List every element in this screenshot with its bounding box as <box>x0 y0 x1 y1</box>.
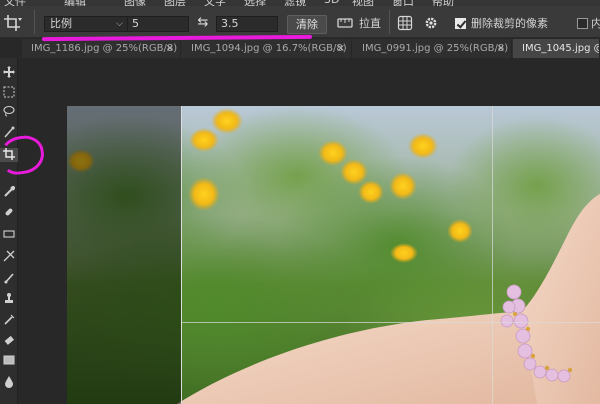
crop-border-left[interactable] <box>181 106 182 404</box>
tab-label: IMG_1186.jpg @ 25%(RGB/8) <box>31 43 178 54</box>
gradient-tool-icon[interactable] <box>0 354 18 368</box>
ratio-select-value: 比例 <box>50 17 72 30</box>
swap-icon[interactable]: ⇆ <box>196 15 210 31</box>
marquee-tool-icon[interactable] <box>0 86 18 100</box>
tab-img-1186[interactable]: IMG_1186.jpg @ 25%(RGB/8) × <box>22 39 181 58</box>
photoshop-window: 文件 编辑 图像 图层 文字 选择 滤镜 3D 视图 窗口 帮助 比例 ⌵ 5 … <box>0 0 600 404</box>
brush-tool-icon[interactable] <box>0 228 18 242</box>
close-icon[interactable]: × <box>337 39 345 58</box>
gear-icon[interactable] <box>422 15 440 31</box>
content-aware-checkbox[interactable] <box>577 18 588 29</box>
crop-icon[interactable] <box>3 14 23 32</box>
tab-img-1045[interactable]: IMG_1045.jpg @ 25%(RGB/8) <box>513 39 600 58</box>
tab-img-1094[interactable]: IMG_1094.jpg @ 16.7%(RGB/8) × <box>182 39 352 58</box>
delete-cropped-label[interactable]: 删除裁剪的像素 <box>471 17 548 31</box>
healing-brush-tool-icon[interactable] <box>0 206 18 220</box>
separator <box>389 10 390 34</box>
crop-grid-line-horizontal <box>182 322 600 323</box>
delete-cropped-checkbox[interactable] <box>455 18 466 29</box>
ratio-select[interactable]: 比例 ⌵ <box>44 16 128 32</box>
tab-label: IMG_0991.jpg @ 25%(RGB/8) <box>362 43 509 54</box>
art-history-tool-icon[interactable] <box>0 314 18 328</box>
stamp-tool-icon[interactable] <box>0 292 18 306</box>
tab-label: IMG_1045.jpg @ 25%(RGB/8) <box>522 43 599 54</box>
move-tool-icon[interactable] <box>0 66 18 80</box>
eraser-tool-icon[interactable] <box>0 334 18 348</box>
lasso-tool-icon[interactable] <box>0 105 18 119</box>
close-icon[interactable]: × <box>497 39 505 58</box>
height-ratio-field[interactable]: 3.5 <box>216 16 278 32</box>
straighten-icon[interactable] <box>336 15 354 31</box>
close-icon[interactable]: × <box>166 39 174 58</box>
grid-overlay-icon[interactable] <box>396 15 414 31</box>
width-ratio-field[interactable]: 5 <box>127 16 189 32</box>
tools-panel <box>0 58 18 404</box>
eyedropper-tool-icon[interactable] <box>0 185 18 200</box>
crop-shield-overlay <box>67 106 182 404</box>
straighten-label[interactable]: 拉直 <box>359 17 381 31</box>
tab-label: IMG_1094.jpg @ 16.7%(RGB/8) <box>191 43 347 54</box>
tab-img-0991[interactable]: IMG_0991.jpg @ 25%(RGB/8) × <box>353 39 512 58</box>
tool-options-bar: 比例 ⌵ 5 ⇆ 3.5 清除 拉直 删除裁剪的像素 内 <box>0 6 600 38</box>
blur-tool-icon[interactable] <box>0 376 18 390</box>
chevron-down-icon: ⌵ <box>116 19 123 29</box>
history-brush-tool-icon[interactable] <box>0 272 18 286</box>
document-tab-bar: IMG_1186.jpg @ 25%(RGB/8) × IMG_1094.jpg… <box>22 39 600 58</box>
content-aware-label[interactable]: 内容识别 <box>591 17 600 31</box>
clear-button[interactable]: 清除 <box>287 15 327 34</box>
separator <box>34 10 35 34</box>
crop-grid-line-vertical <box>492 106 493 404</box>
clone-stamp-tool-icon[interactable] <box>0 250 18 264</box>
